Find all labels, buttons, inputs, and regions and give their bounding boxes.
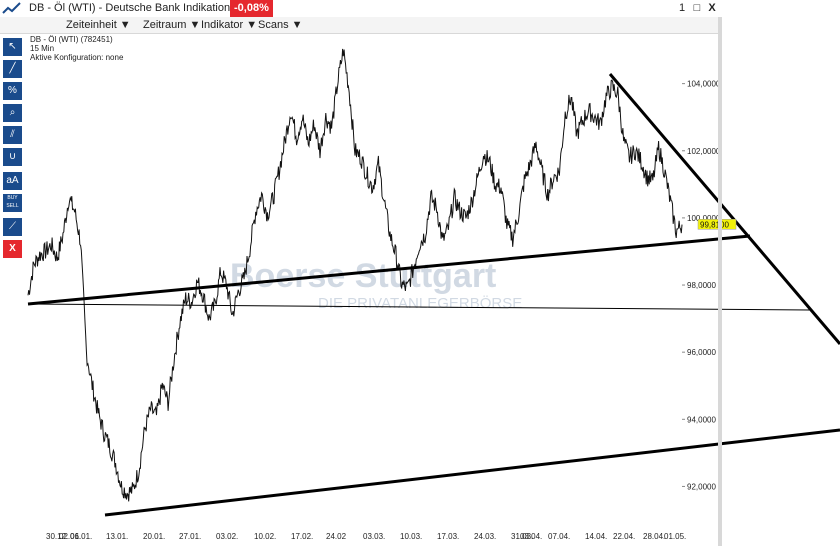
x-tick-label: 22.04.: [613, 532, 635, 541]
chart-config: Aktive Konfiguration: none: [30, 53, 124, 62]
chart-divider: [718, 17, 722, 546]
y-tick-label: 98,0000: [687, 281, 716, 290]
x-tick-label: 27.01.: [179, 532, 201, 541]
last-price-marker: 99,8100: [697, 219, 737, 230]
x-tick-label: 03.03.: [363, 532, 385, 541]
watermark-subtitle: DIE PRIVATANLEGERBÖRSE: [318, 294, 522, 312]
last-price-label: 99,8100: [700, 220, 729, 229]
x-tick-label: 17.03.: [437, 532, 459, 541]
x-axis: 30.12.02.01.06.01. 13.01. 20.01. 27.01. 03.0…: [46, 532, 686, 541]
x-tick-label: 13.01.: [106, 532, 128, 541]
x-tick-label: 03.04.: [520, 532, 542, 541]
x-tick-label: 24.02: [326, 532, 347, 541]
x-tick-label: 10.03.: [400, 532, 422, 541]
trendline-support-lower: [104, 428, 840, 517]
watermark: Boerse Stuttgart DIE PRIVATANLEGERBÖRSE: [230, 257, 522, 312]
price-chart[interactable]: Boerse Stuttgart DIE PRIVATANLEGERBÖRSE …: [0, 0, 840, 546]
x-tick-label: 17.02.: [291, 532, 313, 541]
x-tick-label: 24.03.: [474, 532, 496, 541]
y-axis: 104,0000102,0000100,000098,000096,000094…: [682, 80, 721, 491]
x-tick-label: 14.04.: [585, 532, 607, 541]
y-tick-label: 96,0000: [687, 348, 716, 357]
x-tick-label: 10.02.: [254, 532, 276, 541]
y-tick-label: 104,0000: [687, 80, 721, 89]
chart-timeframe: 15 Min: [30, 44, 55, 53]
y-tick-label: 94,0000: [687, 415, 716, 424]
x-tick-label: 03.02.: [216, 532, 238, 541]
trendline-resistance: [608, 73, 840, 345]
x-tick-label: 20.01.: [143, 532, 165, 541]
x-tick-label: 06.01.: [70, 532, 92, 541]
y-tick-label: 102,0000: [687, 147, 721, 156]
x-tick-label: 28.04.: [643, 532, 665, 541]
y-tick-label: 92,0000: [687, 482, 716, 491]
x-tick-label: 01.05.: [664, 532, 686, 541]
x-tick-label: 07.04.: [548, 532, 570, 541]
chart-instrument: DB - Öl (WTI) (782451): [30, 35, 113, 44]
chart-info: DB - Öl (WTI) (782451) 15 Min Aktive Kon…: [30, 35, 123, 62]
